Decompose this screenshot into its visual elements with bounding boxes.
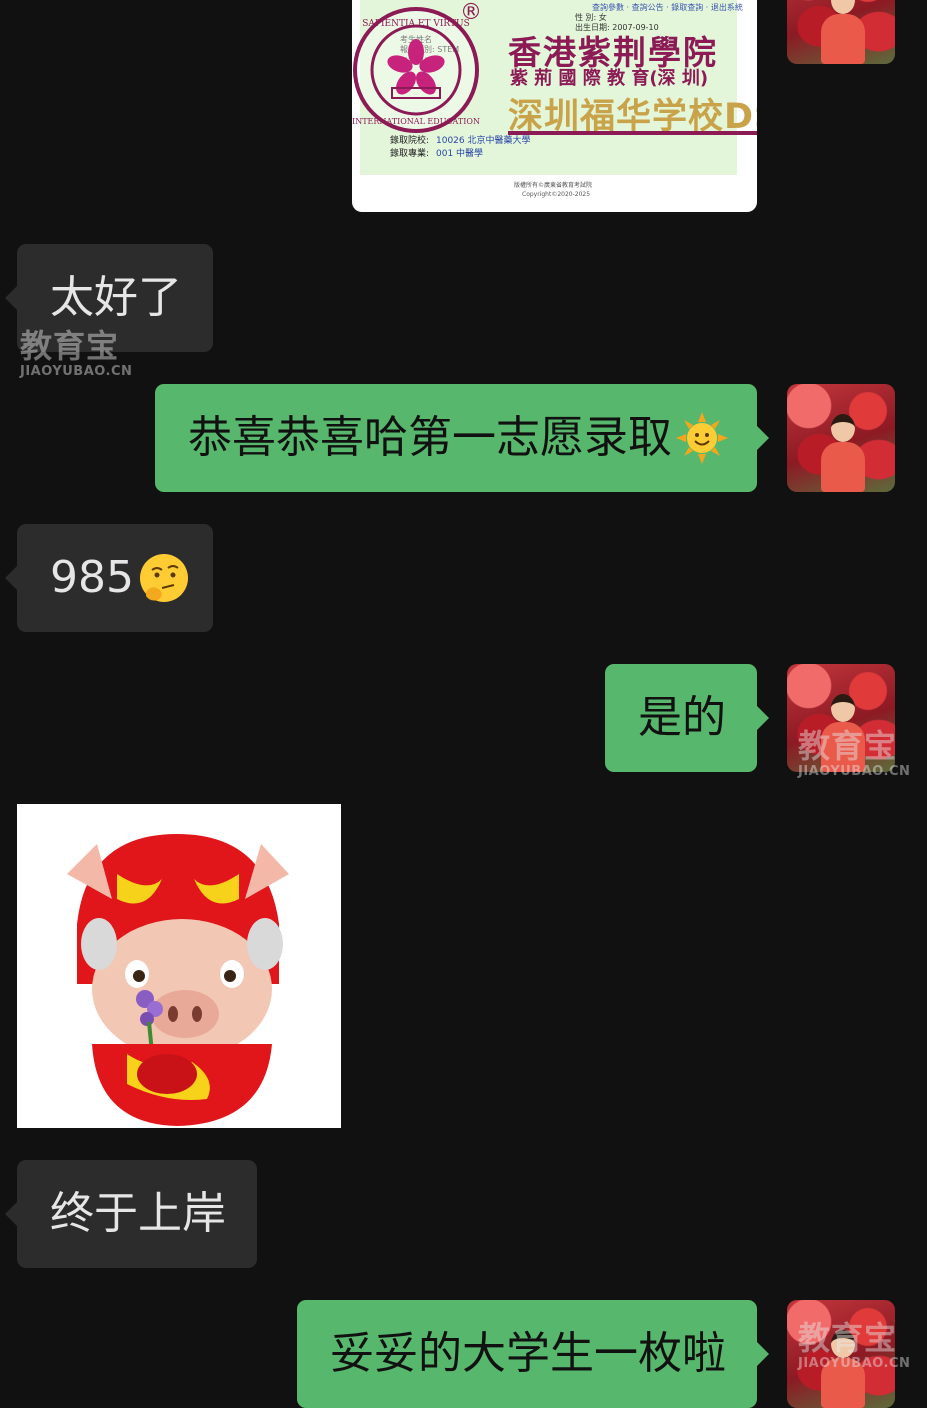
watermark-cn: 教育宝 [798,727,898,765]
title-sub: 紫 荊 國 際 教 育(深 圳) [510,68,709,89]
pig-sticker-icon [67,834,289,1126]
message-text: 太好了 [50,272,182,323]
bubble-tail [757,706,769,730]
message-bubble-left[interactable]: 985 [5,524,213,632]
avatar-person-head [831,694,855,722]
svg-text:INTERNATIONAL EDUCATION: INTERNATIONAL EDUCATION [352,117,480,126]
bubble-tail [757,426,769,450]
doc-major-label: 錄取專業: [390,149,430,159]
shared-image-message[interactable]: 查詢參數 · 查詢公告 · 錄取查詢 · 退出系統 性 別: 女 出生日期: 2… [352,0,757,212]
avatar-person-body [821,442,865,492]
message-bubble-left[interactable]: 终于上岸 [5,1160,257,1268]
doc-major-value: 001 中醫學 [436,149,484,159]
doc-footer-copyright: 版權所有©廣東省教育考試院 [514,182,593,189]
avatar-person-head [831,414,855,442]
bauhinia-seal-icon: SAPIENTIA ET VIRTUS INTERNATIONAL EDUCAT… [352,7,480,133]
sun-face-emoji-icon [676,412,728,464]
avatar[interactable] [787,0,895,64]
watermark-en: JIAOYUBAO.CN [798,1356,911,1371]
watermark-cn: 教育宝 [798,1319,898,1357]
message-text: 妥妥的大学生一枚啦 [330,1328,726,1379]
doc-header-links: 查詢參數 · 查詢公告 · 錄取查詢 · 退出系統 [592,3,743,12]
pig-character-sticker[interactable] [17,804,341,1128]
message-bubble-right[interactable]: 是的 [605,664,769,772]
message-text: 恭喜恭喜哈第一志愿录取 [188,412,672,463]
bubble-tail [5,1202,17,1226]
bubble-tail [5,286,17,310]
watermark-en: JIAOYUBAO.CN [798,764,911,779]
message-text: 终于上岸 [50,1188,226,1239]
watermark: 教育宝 JIAOYUBAO.CN [20,330,132,379]
watermark: 教育宝 JIAOYUBAO.CN [798,730,910,779]
watermark: 教育宝 JIAOYUBAO.CN [798,1322,910,1371]
registered-mark: ® [460,0,482,25]
avatar-person-head [831,0,855,14]
avatar-person-body [821,14,865,64]
watermark-en: JIAOYUBAO.CN [20,364,133,379]
bubble-tail [757,1342,769,1366]
bubble-tail [5,566,17,590]
thinking-face-emoji-icon [139,554,188,602]
message-bubble-right[interactable]: 恭喜恭喜哈第一志愿录取 [155,384,769,492]
doc-footer-year: Copyright©2020-2025 [522,191,591,198]
watermark-cn: 教育宝 [20,327,120,365]
message-text: 985 [50,552,134,603]
avatar[interactable] [787,384,895,492]
message-text: 是的 [638,692,726,743]
title-underline [508,131,757,135]
svg-text:SAPIENTIA ET VIRTUS: SAPIENTIA ET VIRTUS [362,19,470,29]
doc-school-label: 錄取院校: [390,136,430,146]
